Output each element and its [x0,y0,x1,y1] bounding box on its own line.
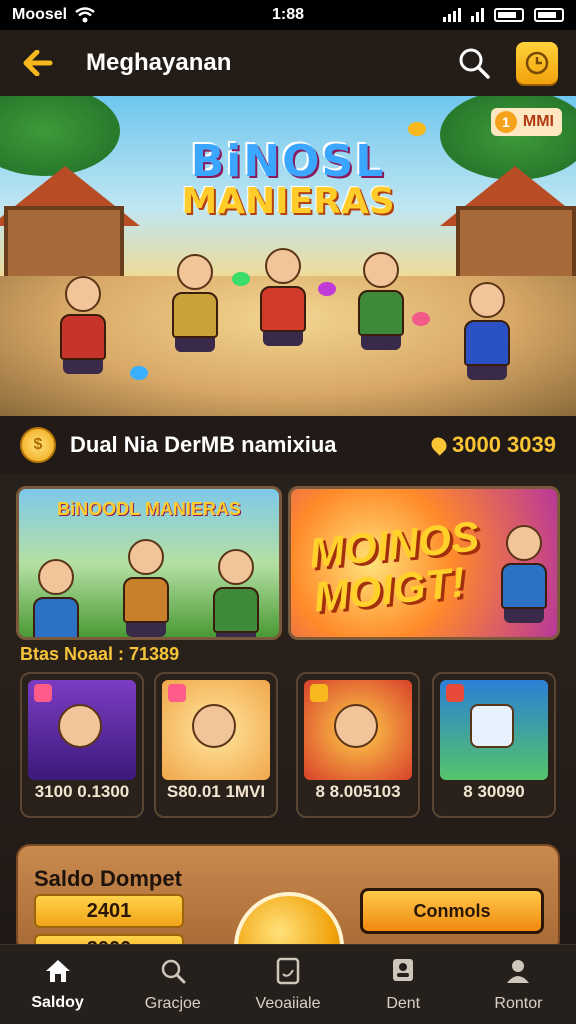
carrier-name: Moosel [12,6,68,23]
bottom-nav: Saldoy Gracjoe Veoaiiale Dent Rontor [0,944,576,1024]
game-card[interactable]: 8 8.005103 [296,672,420,818]
user-icon [507,959,530,983]
character-face [334,704,378,748]
banner-character [119,539,173,637]
game-price: 8 8.005103 [315,782,401,801]
game-price: 3100 0.1300 [34,782,130,801]
status-icons [443,8,564,22]
logo-line-1: BiNOSL [190,136,386,187]
wallet-panel: Saldo Dompet 2401 3000 Conmols [16,844,560,1002]
promo-strip[interactable]: $ Dual Nia DerMB namixiua 3000 3039 [0,416,576,474]
search-icon [161,959,186,983]
tag-icon [310,684,328,702]
game-price: 8 30090 [463,782,525,801]
gem [408,122,426,136]
game-card[interactable]: 3100 0.1300 [20,672,144,818]
nav-item-veoaiiale[interactable]: Veoaiiale [230,945,345,1024]
banner-character [209,549,263,637]
promo-value: 3000 3039 [428,432,556,458]
nav-item-gracjoe[interactable]: Gracjoe [115,945,230,1024]
hero-character [354,252,408,352]
drop-icon [428,434,450,456]
hero-character [460,282,514,382]
game-logo: BiNOSL MANIERAS [0,136,576,222]
promo-label: Dual Nia DerMB namixiua [70,432,337,457]
signal-icon [443,8,461,22]
nav-item-rontor[interactable]: Rontor [461,945,576,1024]
logo-line-2: MANIERAS [181,181,395,222]
back-button[interactable] [18,43,58,83]
character-face [192,704,236,748]
hero-character [256,248,310,348]
game-banner-right[interactable]: MOINOS MOIGT! [288,486,560,640]
tag-icon [168,684,186,702]
nav-label: Saldoy [31,993,84,1011]
clock: 1:88 [271,6,305,23]
nav-label: Dent [386,994,421,1012]
battery-icon [494,8,524,22]
search-icon [459,48,490,79]
arrow-left-icon [23,50,53,76]
gem [318,282,336,296]
gem [232,272,250,286]
document-icon [276,957,300,984]
game-card[interactable]: 8 30090 [432,672,556,818]
hero-banner[interactable]: BiNOSL MANIERAS 1 MMI [0,96,576,416]
nav-item-saldoy[interactable]: Saldoy [0,945,115,1024]
hero-badge: 1 MMI [490,108,562,136]
banner-logo: BiNOODL MANIERAS [57,499,241,519]
game-price: S80.01 1MVI [166,782,266,801]
badge-text: MMI [522,113,554,130]
tag-icon [34,684,52,702]
promo-value-text: 3000 3039 [452,432,556,457]
dice-icon [470,704,514,748]
game-banner-left[interactable]: BiNOODL MANIERAS [16,486,282,640]
app-header: Meghayanan [0,30,576,96]
wifi-icon [75,7,95,23]
search-button[interactable] [452,41,496,85]
carrier-group: Moosel [12,6,95,24]
nav-label: Gracjoe [144,994,201,1012]
profile-card-icon [393,958,414,981]
banner-character [497,525,551,625]
wallet-cta-button[interactable]: Conmols [360,888,544,934]
hero-character [56,276,110,376]
nav-label: Rontor [494,994,543,1012]
home-icon [45,959,70,982]
signal-2-icon [471,8,484,22]
tag-icon [446,684,464,702]
wallet-balance: 2401 [34,894,184,928]
coin-timer-icon [525,51,549,75]
gem [130,366,148,380]
game-card[interactable]: S80.01 1MVI [154,672,278,818]
section-title: Btas Noaal : 71389 [20,644,180,664]
wallet-title: Saldo Dompet [34,866,182,891]
banner-character [29,559,83,637]
page-title: Meghayanan [86,49,232,76]
hero-character [168,254,222,354]
status-bar: Moosel 1:88 [0,0,576,30]
badge-count: 1 [494,111,517,133]
battery-2-icon [534,8,564,22]
nav-label: Veoaiiale [255,994,321,1012]
gem [412,312,430,326]
coin-button[interactable] [516,42,558,84]
app-screen: Moosel 1:88 Meghayanan BiNOSL MANIERAS 1… [0,0,576,1024]
nav-item-dent[interactable]: Dent [346,945,461,1024]
character-face [58,704,102,748]
dollar-coin-icon: $ [20,427,56,463]
